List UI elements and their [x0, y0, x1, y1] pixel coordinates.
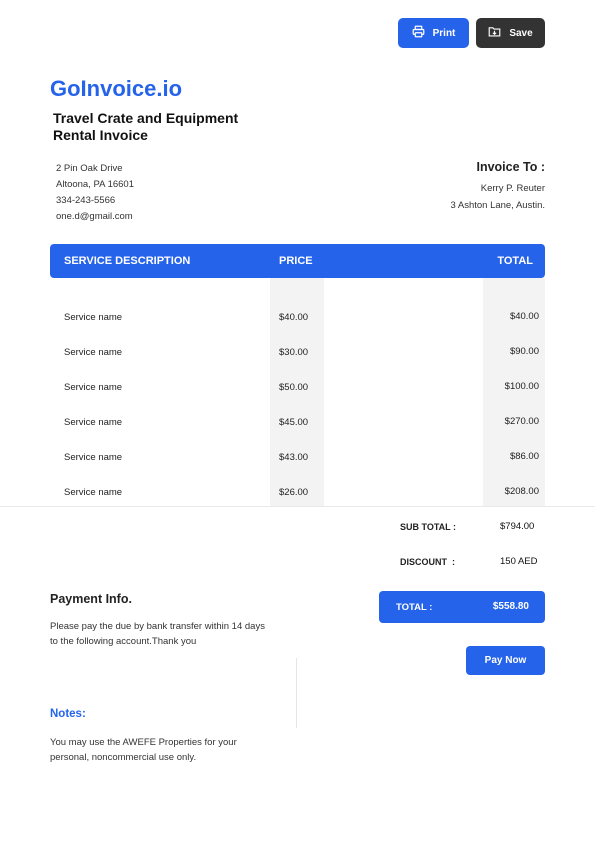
row-price: $45.00 [279, 417, 309, 428]
recipient-address: 3 Ashton Lane, Austin. [450, 200, 545, 211]
recipient-name: Kerry P. Reuter [480, 183, 545, 194]
sender-address-line2: Altoona, PA 16601 [56, 178, 134, 190]
subtotal-value: $794.00 [500, 521, 535, 532]
invoice-to-label: Invoice To : [476, 160, 545, 174]
header-description: SERVICE DESCRIPTION [64, 255, 191, 267]
row-total: $40.00 [509, 311, 539, 322]
row-total: $100.00 [504, 381, 539, 392]
table-row: Service name $30.00 $90.00 [0, 346, 595, 382]
row-total: $270.00 [504, 416, 539, 427]
row-description: Service name [64, 417, 123, 428]
row-total: $86.00 [509, 451, 539, 462]
total-label: TOTAL : [396, 602, 433, 613]
recipient-info: Invoice To : Kerry P. Reuter 3 Ashton La… [450, 160, 545, 214]
pay-now-button[interactable]: Pay Now [466, 646, 545, 675]
row-price: $30.00 [279, 347, 309, 358]
payment-info-title: Payment Info. [50, 592, 132, 606]
printer-icon [412, 25, 425, 41]
print-label: Print [432, 27, 456, 39]
subtotal-label: SUB TOTAL : [400, 522, 456, 532]
sender-email: one.d@gmail.com [56, 210, 133, 222]
table-row: Service name $45.00 $270.00 [0, 416, 595, 452]
print-button[interactable]: Print [398, 18, 469, 48]
payment-info-text: Please pay the due by bank transfer with… [50, 621, 265, 647]
row-description: Service name [64, 452, 123, 463]
table-row: Service name $40.00 $40.00 [0, 311, 595, 347]
row-description: Service name [64, 312, 123, 323]
header-total: TOTAL [497, 255, 533, 267]
row-description: Service name [64, 347, 123, 358]
discount-value: 150 AED [500, 556, 538, 567]
download-folder-icon [488, 25, 501, 41]
discount-label: DISCOUNT : [400, 557, 455, 567]
header-price: PRICE [279, 255, 313, 267]
save-label: Save [509, 27, 533, 39]
sender-info: 2 Pin Oak Drive Altoona, PA 16601 334-24… [56, 162, 134, 225]
row-price: $50.00 [279, 382, 309, 393]
row-price: $26.00 [279, 487, 309, 498]
table-header: SERVICE DESCRIPTION PRICE TOTAL [50, 244, 545, 278]
save-button[interactable]: Save [476, 18, 545, 48]
notes-title: Notes: [50, 708, 86, 720]
table-row: Service name $50.00 $100.00 [0, 381, 595, 417]
row-total: $90.00 [509, 346, 539, 357]
brand-logo: GoInvoice.io [50, 76, 183, 101]
vertical-divider [296, 658, 297, 728]
row-description: Service name [64, 382, 123, 393]
row-total: $208.00 [504, 486, 539, 497]
document-title: Travel Crate and Equipment Rental Invoic… [53, 110, 239, 143]
table-row: Service name $43.00 $86.00 [0, 451, 595, 487]
row-price: $40.00 [279, 312, 309, 323]
sender-address-line1: 2 Pin Oak Drive [56, 163, 123, 174]
row-description: Service name [64, 487, 123, 498]
sender-phone: 334-243-5566 [56, 195, 116, 206]
notes-text: You may use the AWEFE Properties for you… [50, 737, 237, 763]
total-value: $558.80 [492, 601, 529, 612]
row-price: $43.00 [279, 452, 309, 463]
total-box: TOTAL : $558.80 [379, 591, 545, 623]
table-divider [0, 506, 595, 507]
table-row: Service name $26.00 $208.00 [0, 486, 595, 522]
